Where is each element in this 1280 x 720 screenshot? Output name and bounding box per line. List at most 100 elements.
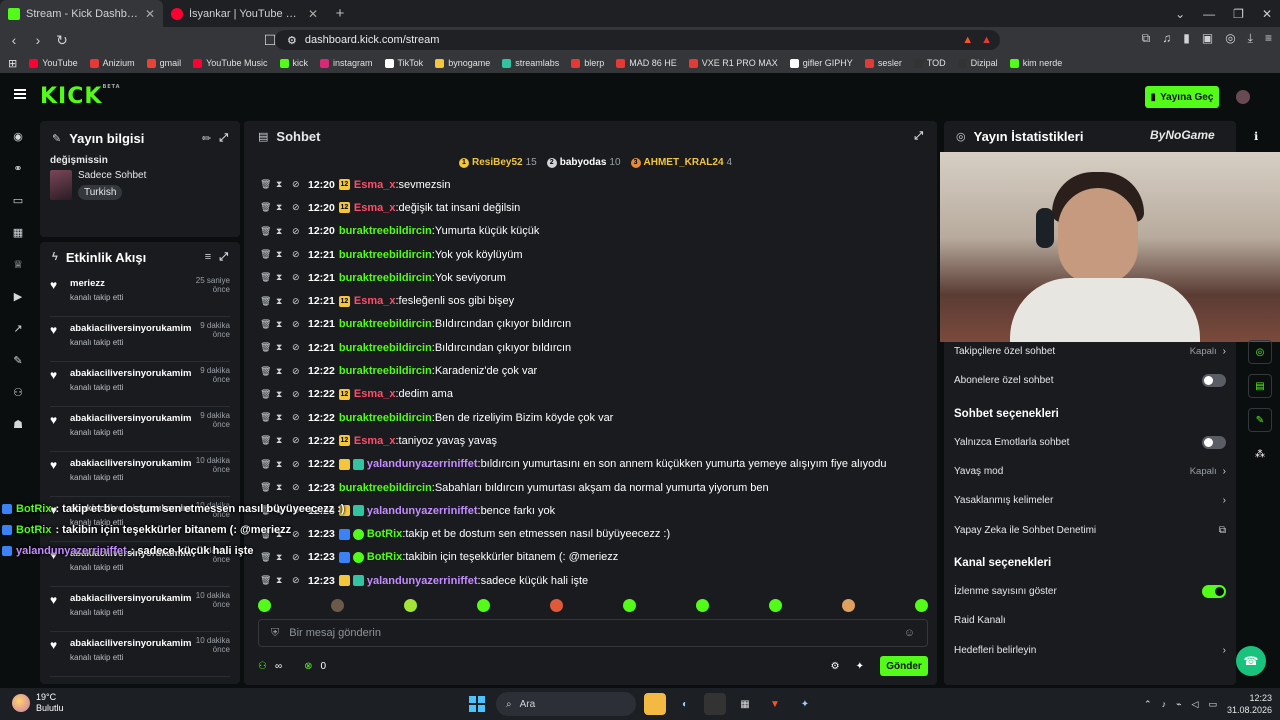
delete-icon[interactable]: 🗑 <box>260 435 276 446</box>
bot-icon[interactable]: ☗ <box>9 414 27 434</box>
chat-username[interactable]: Esma_x <box>354 388 396 400</box>
delete-icon[interactable]: 🗑 <box>260 202 276 213</box>
bookmark-item[interactable]: TikTok <box>384 58 423 68</box>
maximize-icon[interactable]: ❐ <box>1233 7 1244 21</box>
bookmark-item[interactable]: instagram <box>320 58 373 68</box>
reload-icon[interactable]: ↻ <box>52 32 72 49</box>
send-button[interactable]: Gönder <box>880 656 928 676</box>
timeout-icon[interactable]: ⧗ <box>276 482 292 493</box>
bookmark-item[interactable]: gmail <box>146 58 181 68</box>
emote-icon[interactable] <box>769 598 782 612</box>
setting-row[interactable]: Yasaklanmış kelimeler › <box>944 486 1236 515</box>
brave-browser-icon[interactable]: ▼ <box>764 693 786 715</box>
chevron-up-icon[interactable]: ⌃ <box>1144 699 1152 710</box>
brave-rewards-icon[interactable]: ▲ <box>981 34 992 46</box>
bookmark-item[interactable]: bynogame <box>435 58 490 68</box>
delete-icon[interactable]: 🗑 <box>260 249 276 260</box>
ban-icon[interactable]: ⊘ <box>292 389 308 400</box>
network-icon[interactable]: ⌁ <box>1176 699 1181 710</box>
timeout-icon[interactable]: ⧗ <box>276 226 292 237</box>
expand-icon[interactable]: ⤢ <box>219 132 228 145</box>
weather-widget[interactable]: 19°C Bulutlu <box>12 692 64 714</box>
edit-icon[interactable]: ✏ <box>202 132 211 145</box>
file-explorer-icon[interactable] <box>644 693 666 715</box>
emote-icon[interactable] <box>477 598 490 612</box>
integrations-icon[interactable]: ⁂ <box>1248 442 1272 466</box>
ban-icon[interactable]: ⊘ <box>292 575 308 586</box>
top-gifter[interactable]: 3 AHMET_KRAL24 4 <box>630 157 732 168</box>
emote-icon[interactable] <box>550 598 563 612</box>
emote-icon[interactable] <box>915 598 928 612</box>
minimize-icon[interactable]: — <box>1203 7 1215 21</box>
ban-icon[interactable]: ⊘ <box>292 319 308 330</box>
bookmark-item[interactable]: gifler GIPHY <box>789 58 853 68</box>
tab-search-icon[interactable]: ⌄ <box>1175 7 1185 21</box>
new-tab-button[interactable]: + <box>326 5 354 22</box>
chat-username[interactable]: yalandunyazerriniffet <box>367 575 478 587</box>
bookmark-item[interactable]: streamlabs <box>502 58 559 68</box>
filter-icon[interactable]: ≡ <box>205 251 211 263</box>
bookmark-item[interactable]: kick <box>279 58 308 68</box>
link-icon[interactable]: ⚭ <box>9 158 27 178</box>
chat-username[interactable]: buraktreebildircin <box>339 225 432 237</box>
emote-icon[interactable] <box>258 598 271 612</box>
vpn-icon[interactable]: ◎ <box>1225 31 1235 46</box>
ban-icon[interactable]: ⊘ <box>292 296 308 307</box>
chevron-right-icon[interactable]: › <box>1223 466 1226 477</box>
delete-icon[interactable]: 🗑 <box>260 366 276 377</box>
top-gifter[interactable]: 2 babyodas 10 <box>546 157 621 168</box>
chat-username[interactable]: BotRix <box>367 551 402 563</box>
clock[interactable]: 12:23 31.08.2026 <box>1227 692 1272 716</box>
setting-row[interactable]: Abonelere özel sohbet <box>944 366 1236 395</box>
info-icon[interactable]: ℹ <box>1254 130 1258 143</box>
library-icon[interactable]: ▦ <box>9 222 27 242</box>
bookmark-item[interactable]: blerp <box>571 58 604 68</box>
timeout-icon[interactable]: ⧗ <box>276 296 292 307</box>
close-window-icon[interactable]: ✕ <box>1262 7 1272 21</box>
emote-picker-icon[interactable]: ✦ <box>856 661 864 672</box>
bookmark-item[interactable]: MAD 86 HE <box>616 58 677 68</box>
hamburger-menu-icon[interactable] <box>14 89 26 99</box>
settings-gear-icon[interactable]: ⚙ <box>831 661 840 672</box>
ban-icon[interactable]: ⊘ <box>292 226 308 237</box>
chat-username[interactable]: buraktreebildircin <box>339 482 432 494</box>
delete-icon[interactable]: 🗑 <box>260 575 276 586</box>
timeout-icon[interactable]: ⧗ <box>276 389 292 400</box>
brave-shield-icon[interactable]: ▲ <box>962 34 973 46</box>
delete-icon[interactable]: 🗑 <box>260 412 276 423</box>
delete-icon[interactable]: 🗑 <box>260 319 276 330</box>
back-icon[interactable]: ‹ <box>4 32 24 48</box>
timeout-icon[interactable]: ⧗ <box>276 366 292 377</box>
chat-username[interactable]: buraktreebildircin <box>339 342 432 354</box>
ban-icon[interactable]: ⊘ <box>292 366 308 377</box>
timeout-icon[interactable]: ⧗ <box>276 272 292 283</box>
emote-icon[interactable] <box>623 598 636 612</box>
chat-username[interactable]: Esma_x <box>354 179 396 191</box>
ban-icon[interactable]: ⊘ <box>292 459 308 470</box>
bookmark-item[interactable]: Anizium <box>89 58 135 68</box>
tab-kick-dashboard[interactable]: Stream - Kick Dashboard ✕ <box>0 0 163 27</box>
menu-icon[interactable]: ≡ <box>1265 31 1272 46</box>
close-tab-icon[interactable]: ✕ <box>308 7 318 21</box>
delete-icon[interactable]: 🗑 <box>260 342 276 353</box>
timeout-icon[interactable]: ⧗ <box>276 575 292 586</box>
support-chat-icon[interactable]: ☎ <box>1236 646 1266 676</box>
delete-icon[interactable]: 🗑 <box>260 459 276 470</box>
timeout-icon[interactable]: ⧗ <box>276 435 292 446</box>
chevron-right-icon[interactable]: › <box>1223 346 1226 357</box>
analytics-icon[interactable]: ↗ <box>9 318 27 338</box>
ban-icon[interactable]: ⊘ <box>292 482 308 493</box>
chat-username[interactable]: buraktreebildircin <box>339 412 432 424</box>
chat-username[interactable]: yalandunyazerriniffet <box>367 458 478 470</box>
ban-icon[interactable]: ⊘ <box>292 179 308 190</box>
steam-icon[interactable]: ◐ <box>674 693 696 715</box>
delete-icon[interactable]: 🗑 <box>260 296 276 307</box>
setting-row[interactable]: Hedefleri belirleyin › <box>944 635 1236 664</box>
setting-row[interactable]: İzlenme sayısını göster <box>944 577 1236 606</box>
users-icon[interactable]: ⚇ <box>9 382 27 402</box>
emoji-icon[interactable]: ☺ <box>904 627 915 639</box>
ban-icon[interactable]: ⊘ <box>292 202 308 213</box>
delete-icon[interactable]: 🗑 <box>260 179 276 190</box>
chat-username[interactable]: buraktreebildircin <box>339 249 432 261</box>
chat-input[interactable]: ⛨ Bir mesaj gönderin ☺ <box>258 619 928 647</box>
